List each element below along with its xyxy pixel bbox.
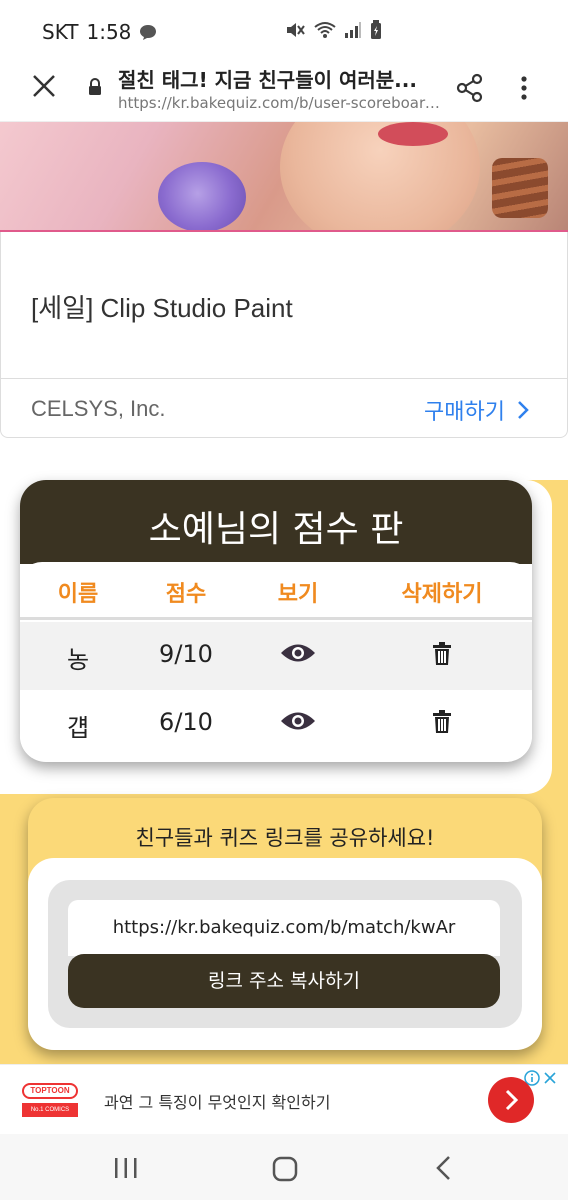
- page-title: 절친 태그! 지금 친구들이 여러분...: [118, 68, 417, 92]
- ad-banner-image[interactable]: [0, 122, 568, 232]
- banner-bracelet: [492, 158, 548, 218]
- ad-buy-label: 구매하기: [424, 400, 505, 425]
- eye-icon[interactable]: [280, 642, 316, 664]
- ad-buy-button[interactable]: 구매하기: [424, 394, 529, 426]
- table-header-row: 이름 점수 보기 삭제하기: [20, 562, 532, 620]
- ad-card[interactable]: [세일] Clip Studio Paint CELSYS, Inc. 구매하기: [0, 232, 568, 438]
- toptoon-sub: No.1 COMICS: [22, 1103, 78, 1117]
- status-icons: [284, 20, 382, 40]
- view-button[interactable]: [248, 708, 348, 738]
- home-icon[interactable]: [272, 1156, 298, 1182]
- close-ad-icon[interactable]: [542, 1070, 558, 1086]
- status-bar: SKT 1:58: [0, 0, 568, 56]
- back-icon[interactable]: [432, 1154, 456, 1182]
- bottom-ad-text[interactable]: 과연 그 특징이 무엇인지 확인하기: [104, 1089, 330, 1113]
- column-header-score: 점수: [165, 582, 207, 607]
- banner-lips: [378, 122, 448, 146]
- table-row: 걥 6/10: [20, 690, 532, 758]
- page-url[interactable]: https://kr.bakequiz.com/b/user-scoreboar…: [118, 94, 448, 112]
- browser-toolbar: 절친 태그! 지금 친구들이 여러분... https://kr.bakequi…: [0, 56, 568, 122]
- table-row: 농 9/10: [20, 622, 532, 690]
- delete-button[interactable]: [360, 640, 524, 672]
- banner-rose: [158, 162, 246, 230]
- toptoon-brand: TOPTOON: [22, 1083, 78, 1099]
- column-header-delete: 삭제하기: [401, 582, 483, 607]
- copy-link-button[interactable]: 링크 주소 복사하기: [68, 954, 500, 1008]
- share-card: 친구들과 퀴즈 링크를 공유하세요! https://kr.bakequiz.c…: [28, 798, 542, 1050]
- column-header-view: 보기: [277, 582, 319, 607]
- ad-arrow-button[interactable]: [488, 1077, 534, 1123]
- chat-icon: [140, 25, 157, 40]
- row-score: 9/10: [159, 640, 213, 668]
- view-button[interactable]: [248, 640, 348, 670]
- share-inner-panel: https://kr.bakequiz.com/b/match/kwAr 링크 …: [28, 858, 542, 1050]
- row-name: 농: [66, 646, 90, 674]
- delete-button[interactable]: [360, 708, 524, 740]
- eye-icon[interactable]: [280, 710, 316, 732]
- ad-title[interactable]: [세일] Clip Studio Paint: [31, 288, 293, 325]
- signal-icon: [345, 22, 361, 38]
- toptoon-logo: TOPTOON No.1 COMICS: [22, 1083, 78, 1119]
- lock-icon: [89, 78, 101, 95]
- share-heading: 친구들과 퀴즈 링크를 공유하세요!: [135, 826, 435, 850]
- battery-icon: [371, 20, 381, 39]
- chevron-right-icon: [518, 401, 529, 419]
- clock: 1:58: [86, 20, 132, 44]
- system-nav-bar: [0, 1134, 568, 1200]
- column-header-name: 이름: [57, 582, 99, 607]
- recent-apps-icon[interactable]: [112, 1156, 140, 1180]
- scoreboard-title: 소예님의 점수 판: [148, 509, 404, 550]
- row-name: 걥: [66, 714, 90, 742]
- ad-company: CELSYS, Inc.: [31, 396, 166, 421]
- status-left: SKT 1:58: [42, 20, 157, 44]
- share-icon[interactable]: [454, 72, 486, 104]
- trash-icon[interactable]: [432, 710, 452, 734]
- quiz-link[interactable]: https://kr.bakequiz.com/b/match/kwAr: [68, 900, 500, 956]
- scoreboard-header: 소예님의 점수 판: [20, 480, 532, 564]
- carrier-label: SKT: [42, 20, 79, 44]
- scoreboard-card: 소예님의 점수 판 이름 점수 보기 삭제하기 농 9/10 걥 6/10: [20, 480, 532, 762]
- close-icon[interactable]: [28, 70, 60, 102]
- wifi-icon: [314, 22, 336, 38]
- chevron-right-icon: [505, 1089, 519, 1111]
- ad-divider: [1, 378, 567, 379]
- row-score: 6/10: [159, 708, 213, 736]
- bottom-ad-banner[interactable]: TOPTOON No.1 COMICS 과연 그 특징이 무엇인지 확인하기: [0, 1064, 568, 1134]
- mute-icon: [287, 23, 305, 37]
- trash-icon[interactable]: [432, 642, 452, 666]
- more-options-icon[interactable]: [512, 74, 536, 102]
